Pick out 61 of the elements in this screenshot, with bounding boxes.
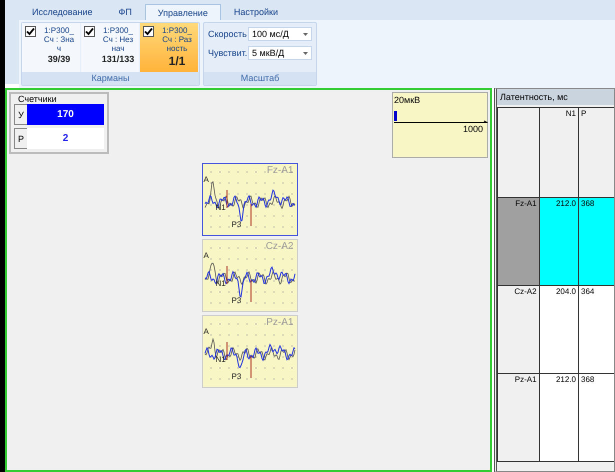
table-cell: 212.0 [539,374,579,462]
caret-icon [303,52,308,54]
peak-label: P3 [232,221,242,229]
counter-value: 2 [27,128,104,149]
counters-title: Счетчики [17,94,58,104]
pocket-button[interactable]: 1:P300_Сч : Разность 1/1 [140,23,198,72]
checkbox[interactable] [25,26,36,37]
pocket-count: 39/39 [48,54,70,64]
row-header[interactable]: Fz-A1 [498,198,540,286]
waveform-plot[interactable]: Cz-A2 A N1 P3 [202,239,298,312]
peak-label: N1 [216,280,226,288]
check-icon [85,27,94,36]
caret-icon [303,32,308,36]
checkbox[interactable] [143,26,154,37]
pocket-count: 131/133 [102,54,134,64]
row-header[interactable]: Cz-A2 [498,286,540,374]
pocket-count: 1/1 [168,54,186,68]
group-title: Карманы [22,72,199,85]
pocket-label: 1:P300_Сч : Незнач [102,26,134,53]
table-cell: 204.0 [539,286,579,374]
ribbon-tab[interactable]: Исследование [19,4,106,20]
peak-label: N1 [216,204,226,212]
pocket-button[interactable]: 1:P300_Сч : Незнач 131/133 [81,23,139,72]
ribbon-tab[interactable]: Настройки [220,4,291,20]
checkbox[interactable] [84,26,95,37]
peak-label: A [204,328,209,336]
counter-label: Р [14,128,27,149]
combo-label: Чувствит. [208,48,246,58]
pocket-label: 1:P300_Сч : Разность [161,26,193,53]
column-header: P [578,108,614,198]
row-header[interactable]: Pz-A1 [498,374,540,462]
peak-label: P3 [232,373,242,381]
axis-label: 1000 [462,124,483,134]
channel-label: Cz-A2 [266,241,294,252]
counter-label: У [14,104,27,125]
waveform-plot[interactable]: Pz-A1 A N1 P3 [202,315,298,388]
waveform-plot[interactable]: Fz-A1 A N1 P3 [202,163,298,236]
peak-label: N1 [216,356,226,364]
group-title: Масштаб [204,72,316,85]
dropdown[interactable]: 5 мкВ/Д [248,46,312,60]
amplitude-label: 20мкВ [394,95,420,105]
pocket-button[interactable]: 1:P300_Сч : Знач 39/39 [22,23,80,72]
latency-title: Латентность, мс [497,89,614,105]
combo-label: Скорость [208,29,246,39]
table-cell: 368 [578,198,614,286]
peak-label: P3 [232,297,242,305]
ribbon-tab[interactable]: Управление [144,4,221,20]
table-cell: 212.0 [539,198,579,286]
channel-label: Pz-A1 [266,317,294,328]
table-cell: 368 [578,374,614,462]
column-header: N1 [539,108,579,198]
peak-label: A [204,176,209,184]
ribbon-tab[interactable]: ФП [105,4,145,20]
pocket-label: 1:P300_Сч : Знач [42,26,76,53]
peak-label: A [204,252,209,260]
check-icon [144,27,153,36]
table-cell: 364 [578,286,614,374]
channel-label: Fz-A1 [266,165,294,176]
dropdown[interactable]: 100 мс/Д [248,27,312,41]
counter-value: 170 [27,104,104,125]
check-icon [26,27,35,36]
